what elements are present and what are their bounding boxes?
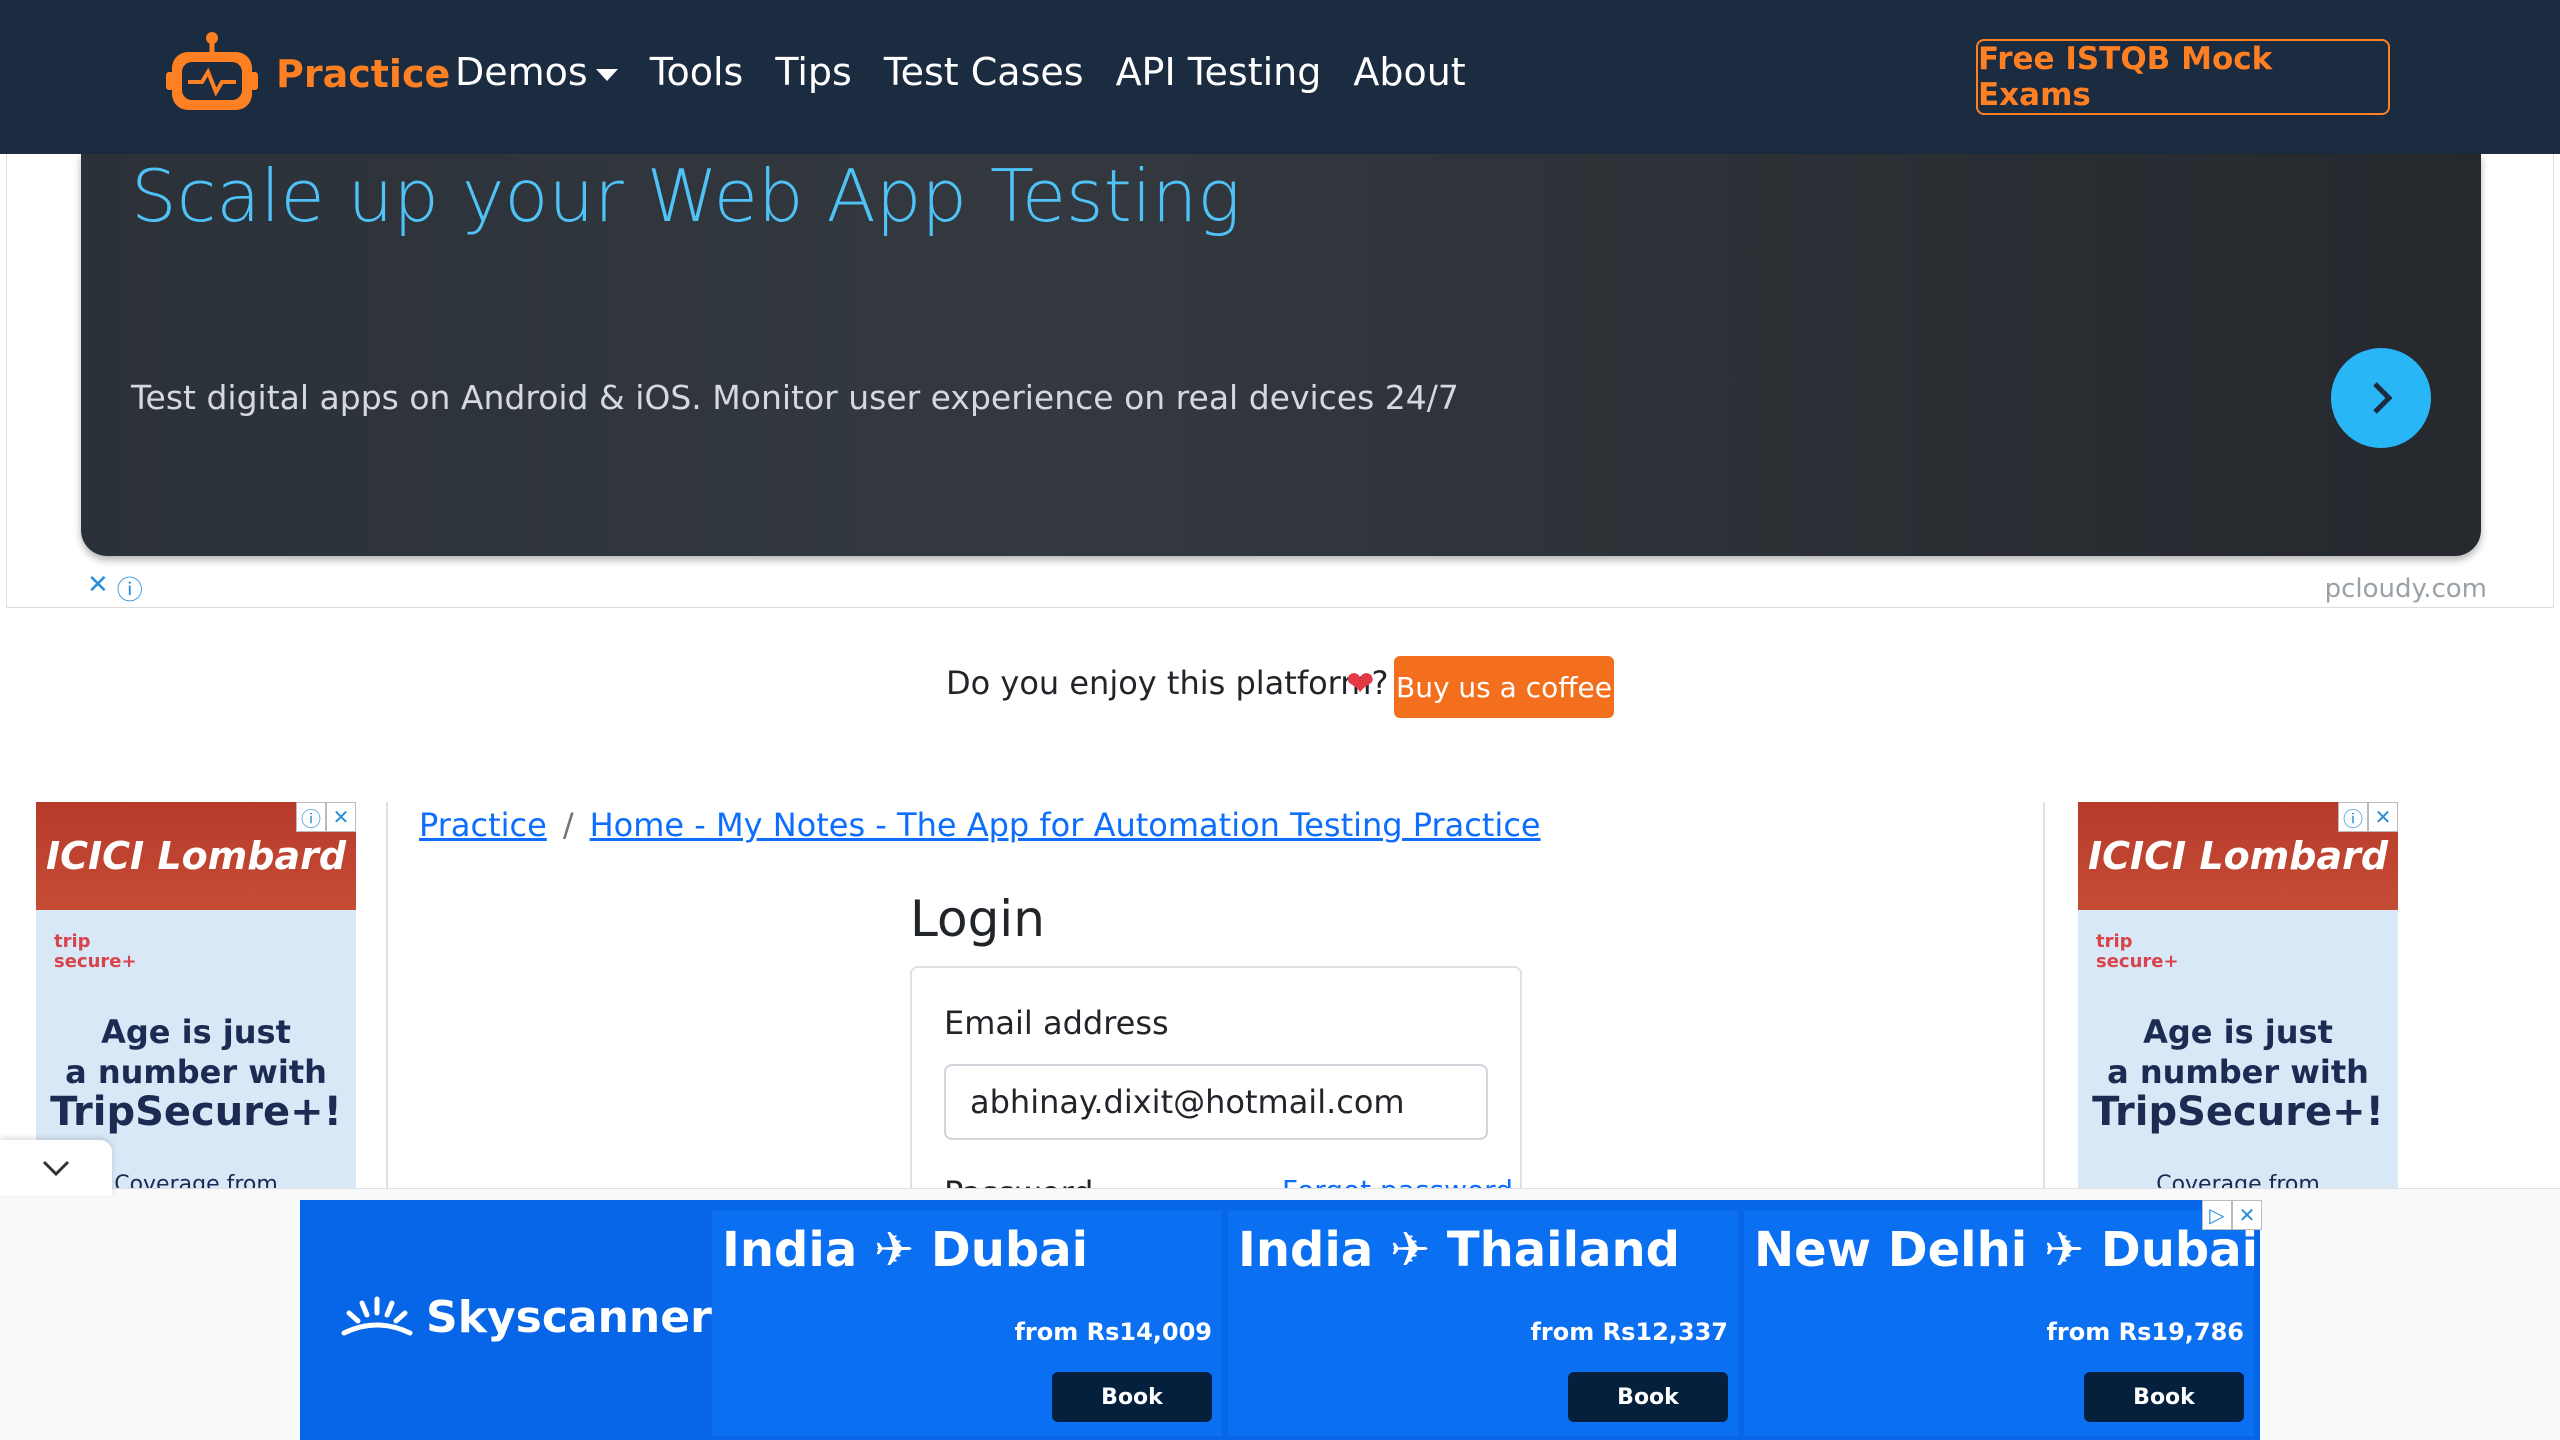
ad-message-line3: TripSecure+! <box>50 1089 342 1135</box>
ad-product-line1: trip <box>54 931 91 952</box>
chevron-down-icon <box>42 1160 70 1177</box>
nav-api-testing[interactable]: API Testing <box>1116 50 1322 94</box>
heart-icon: ❤ <box>1346 664 1375 704</box>
divider <box>386 802 388 1192</box>
support-text: Do you enjoy this platform? <box>946 664 1389 702</box>
skyscanner-brand: Skyscanner <box>426 1292 712 1343</box>
ad-product-logo: trip secure+ <box>54 932 137 972</box>
email-field[interactable]: abhinay.dixit@hotmail.com <box>944 1064 1488 1140</box>
skyscanner-ad[interactable]: Skyscanner India ✈ Dubai from Rs14,009 B… <box>300 1200 2262 1440</box>
flight-card[interactable]: New Delhi ✈ Dubai from Rs19,786 Book <box>1744 1210 2258 1436</box>
buy-coffee-button[interactable]: Buy us a coffee <box>1394 656 1614 718</box>
ad-message-line1: Age is just <box>101 1013 291 1051</box>
flight-price: from Rs12,337 <box>1530 1318 1728 1346</box>
ad-product-line1: trip <box>2096 931 2133 952</box>
adchoices: ▷ ✕ <box>2202 1200 2262 1230</box>
ad-controls: ✕ ⓘ <box>87 570 143 607</box>
skyscanner-logo: Skyscanner <box>340 1292 712 1343</box>
close-icon[interactable]: ✕ <box>2368 802 2398 832</box>
chevron-right-icon <box>2373 382 2393 414</box>
ad-message-line2: a number with <box>2107 1053 2369 1091</box>
ad-product-logo: trip secure+ <box>2096 932 2179 972</box>
ad-message: Age is just a number with TripSecure+! <box>2078 1012 2398 1132</box>
ad-message-line2: a number with <box>65 1053 327 1091</box>
robot-logo-icon <box>166 32 258 110</box>
sunrise-logo-icon <box>341 1296 413 1335</box>
brand-text: Practice <box>276 52 451 96</box>
adchoices: ⓘ ✕ <box>296 802 356 832</box>
flight-card[interactable]: India ✈ Dubai from Rs14,009 Book <box>712 1210 1222 1436</box>
top-ad-container: Scale up your Web App Testing Test digit… <box>6 154 2554 608</box>
close-icon[interactable]: ✕ <box>87 570 109 607</box>
close-icon[interactable]: ✕ <box>2232 1200 2262 1230</box>
ad-product-line2: secure+ <box>2096 951 2179 972</box>
nav-demos-label: Demos <box>455 50 588 94</box>
nav-tools[interactable]: Tools <box>650 50 744 94</box>
close-icon[interactable]: ✕ <box>326 802 356 832</box>
nav-test-cases[interactable]: Test Cases <box>884 50 1084 94</box>
flight-card[interactable]: India ✈ Thailand from Rs12,337 Book <box>1228 1210 1738 1436</box>
right-side-ad[interactable]: ICICI Lombard trip secure+ Age is just a … <box>2078 802 2398 1192</box>
flight-route: India ✈ Thailand <box>1238 1222 1681 1278</box>
ad-message: Age is just a number with TripSecure+! <box>36 1012 356 1132</box>
breadcrumb-practice-link[interactable]: Practice <box>419 806 547 844</box>
collapse-ad-button[interactable] <box>0 1140 112 1196</box>
pcloudy-ad[interactable]: Scale up your Web App Testing Test digit… <box>81 154 2481 556</box>
nav-demos[interactable]: Demos <box>455 50 618 94</box>
brand-link[interactable]: Practice <box>166 30 450 118</box>
nav-links: Demos Tools Tips Test Cases API Testing … <box>455 50 1498 94</box>
breadcrumb-separator: / <box>562 806 574 844</box>
ad-message-line1: Age is just <box>2143 1013 2333 1051</box>
nav-tips[interactable]: Tips <box>775 50 852 94</box>
flight-price: from Rs14,009 <box>1014 1318 1212 1346</box>
info-icon[interactable]: ⓘ <box>117 570 143 607</box>
flight-route: New Delhi ✈ Dubai <box>1754 1222 2259 1278</box>
ad-description: Test digital apps on Android & iOS. Moni… <box>131 378 1459 417</box>
flight-price: from Rs19,786 <box>2046 1318 2244 1346</box>
book-button[interactable]: Book <box>1568 1372 1728 1422</box>
breadcrumb: Practice / Home - My Notes - The App for… <box>419 806 1541 844</box>
info-icon[interactable]: ⓘ <box>2338 802 2368 832</box>
book-button[interactable]: Book <box>1052 1372 1212 1422</box>
breadcrumb-notes-link[interactable]: Home - My Notes - The App for Automation… <box>590 806 1541 844</box>
left-side-ad[interactable]: ICICI Lombard trip secure+ Age is just a … <box>36 802 356 1192</box>
flight-route: India ✈ Dubai <box>722 1222 1089 1278</box>
book-button[interactable]: Book <box>2084 1372 2244 1422</box>
email-label: Email address <box>944 1004 1169 1042</box>
navbar: Practice Demos Tools Tips Test Cases API… <box>0 0 2560 154</box>
divider <box>2043 802 2045 1192</box>
page-title: Login <box>910 890 1045 948</box>
nav-about[interactable]: About <box>1353 50 1465 94</box>
ad-product-line2: secure+ <box>54 951 137 972</box>
istqb-cta-button[interactable]: Free ISTQB Mock Exams <box>1976 39 2390 115</box>
ad-message-line3: TripSecure+! <box>2092 1089 2384 1135</box>
ad-next-button[interactable] <box>2331 348 2431 448</box>
ad-domain[interactable]: pcloudy.com <box>2325 574 2487 604</box>
caret-down-icon <box>595 68 618 81</box>
ad-headline: Scale up your Web App Testing <box>131 154 1241 238</box>
adchoices: ⓘ ✕ <box>2338 802 2398 832</box>
info-icon[interactable]: ⓘ <box>296 802 326 832</box>
adchoices-icon[interactable]: ▷ <box>2202 1200 2232 1230</box>
